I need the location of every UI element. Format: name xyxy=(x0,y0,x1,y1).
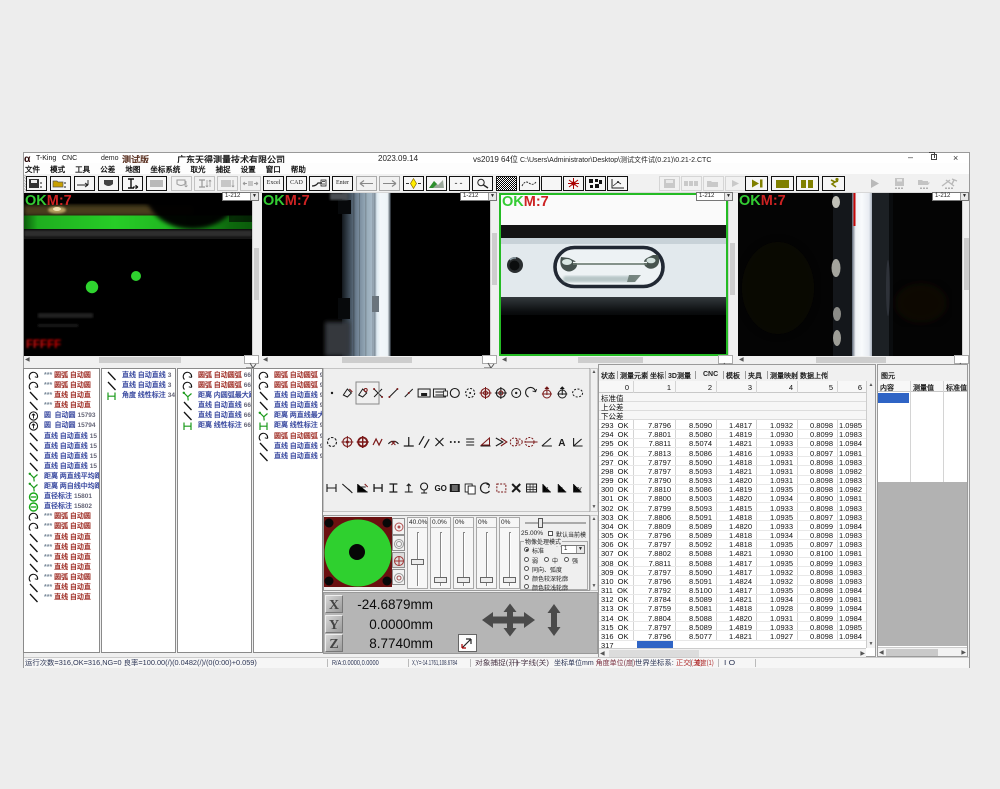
svg-text:x: x xyxy=(545,486,549,493)
svg-text:A: A xyxy=(558,438,565,449)
svg-text:FFFFF: FFFFF xyxy=(26,339,61,351)
svg-text:Z: Z xyxy=(329,637,338,652)
svg-text:X: X xyxy=(329,598,339,613)
svg-text:Y: Y xyxy=(329,618,339,633)
svg-text:xy: xy xyxy=(575,486,583,493)
svg-text:GO: GO xyxy=(434,484,446,493)
